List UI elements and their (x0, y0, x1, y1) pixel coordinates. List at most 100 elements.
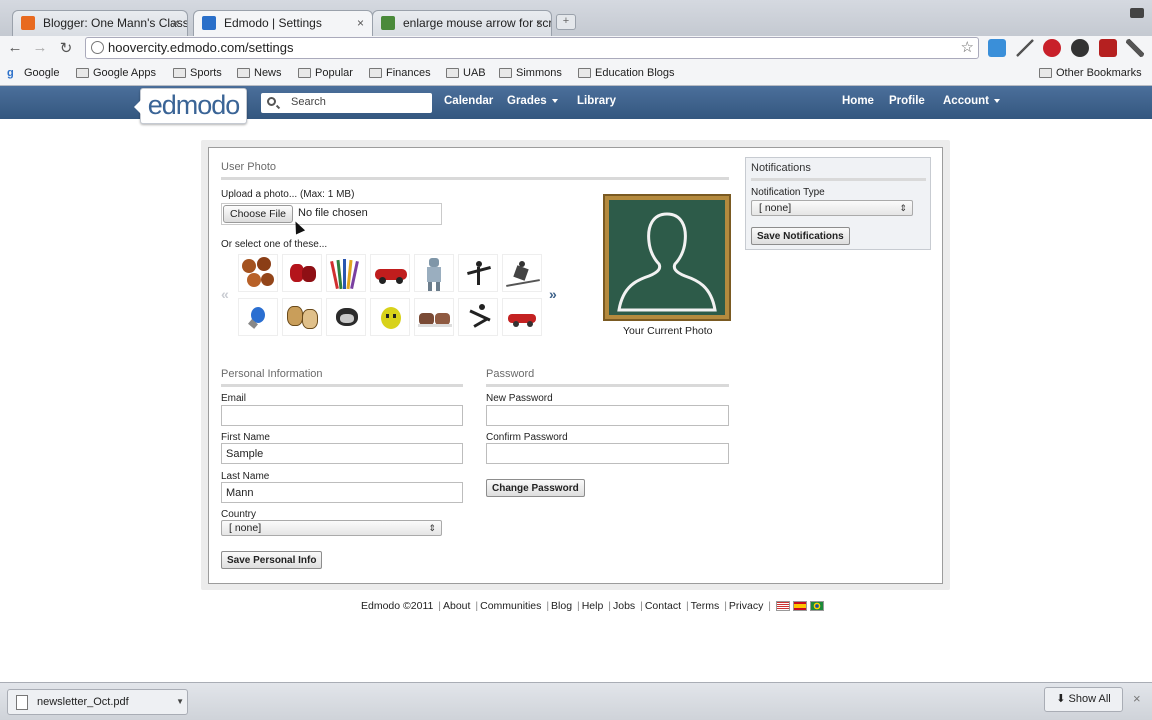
avatar-toy-car[interactable] (502, 298, 542, 336)
next-avatars-arrow[interactable]: » (549, 286, 557, 302)
address-bar[interactable]: hoovercity.edmodo.com/settings ☆ (85, 37, 979, 59)
pen-extension-icon[interactable] (1016, 39, 1034, 57)
change-password-button[interactable]: Change Password (486, 479, 585, 497)
previous-avatars-arrow[interactable]: « (221, 286, 229, 302)
bookmark-sports[interactable]: Sports (173, 67, 222, 79)
country-label: Country (221, 509, 257, 520)
last-name-field[interactable] (221, 482, 463, 503)
nav-account[interactable]: Account (943, 95, 1000, 107)
show-all-downloads-button[interactable]: ⬇ Show All (1044, 687, 1123, 712)
country-value: [ none] (229, 522, 262, 534)
folder-icon (1039, 68, 1052, 78)
reload-button[interactable]: ↻ (57, 39, 75, 57)
nav-grades[interactable]: Grades (507, 95, 558, 107)
bookmark-google[interactable]: g Google (7, 67, 59, 79)
nav-home[interactable]: Home (842, 95, 874, 107)
wrench-menu-icon[interactable] (1126, 39, 1144, 57)
select-avatar-label: Or select one of these... (221, 239, 328, 250)
avatar-skier[interactable] (502, 254, 542, 292)
folder-icon (369, 68, 382, 78)
new-password-field[interactable] (486, 405, 729, 426)
downloads-bar: newsletter_Oct.pdf ▼ (0, 682, 1152, 720)
us-flag-icon[interactable] (776, 601, 791, 612)
section-divider (221, 384, 463, 387)
browser-toolbar: ← → ↻ hoovercity.edmodo.com/settings ☆ (0, 36, 1152, 62)
bookmark-label: Finances (386, 67, 431, 79)
nav-library[interactable]: Library (577, 95, 616, 107)
footer-link-terms[interactable]: Terms (691, 600, 720, 612)
folder-icon (446, 68, 459, 78)
nav-calendar[interactable]: Calendar (444, 95, 493, 107)
adobe-extension-icon[interactable] (1099, 39, 1117, 57)
email-field[interactable] (221, 405, 463, 426)
footer-link-contact[interactable]: Contact (645, 600, 681, 612)
avatar-smiley-face[interactable] (370, 298, 410, 336)
section-divider (486, 384, 729, 387)
bookmark-education-blogs[interactable]: Education Blogs (578, 67, 675, 79)
new-tab-button[interactable]: + (556, 14, 576, 30)
avatar-theater-masks[interactable] (282, 298, 322, 336)
tab-title: enlarge mouse arrow for scr (403, 16, 552, 30)
save-notifications-button[interactable]: Save Notifications (751, 227, 850, 245)
first-name-field[interactable] (221, 443, 463, 464)
back-button[interactable]: ← (6, 39, 24, 56)
footer-link-communities[interactable]: Communities (480, 600, 541, 612)
forward-button[interactable]: → (31, 39, 49, 56)
footer-link-about[interactable]: About (443, 600, 470, 612)
avatar-dog[interactable] (326, 298, 366, 336)
save-personal-info-button[interactable]: Save Personal Info (221, 551, 323, 569)
password-title: Password (486, 368, 535, 380)
footer-link-help[interactable]: Help (582, 600, 604, 612)
tab-enlarge-mouse-arrow[interactable]: enlarge mouse arrow for scr × (372, 10, 552, 36)
bookmark-popular[interactable]: Popular (298, 67, 353, 79)
camera-extension-icon[interactable] (1071, 39, 1089, 57)
tab-blogger[interactable]: Blogger: One Mann's Classro × (12, 10, 188, 36)
avatar-sneakers[interactable] (414, 298, 454, 336)
bookmark-finances[interactable]: Finances (369, 67, 431, 79)
record-extension-icon[interactable] (1043, 39, 1061, 57)
avatar-lightbulb[interactable] (238, 298, 278, 336)
browser-tab-strip: Blogger: One Mann's Classro × Edmodo | S… (0, 0, 1152, 36)
close-tab-icon[interactable]: × (172, 11, 179, 35)
bookmark-google-apps[interactable]: Google Apps (76, 67, 156, 79)
bookmark-simmons[interactable]: Simmons (499, 67, 562, 79)
blogger-favicon-icon (21, 16, 35, 30)
avatar-colored-pencils[interactable] (326, 254, 366, 292)
folder-icon (578, 68, 591, 78)
footer-link-privacy[interactable]: Privacy (729, 600, 763, 612)
bookmark-star-icon[interactable]: ☆ (961, 38, 974, 58)
footer-link-jobs[interactable]: Jobs (613, 600, 635, 612)
brazil-flag-icon[interactable] (810, 601, 825, 612)
avatar-boxing-gloves[interactable] (282, 254, 322, 292)
avatar-runner[interactable] (458, 298, 498, 336)
tab-edmodo-settings[interactable]: Edmodo | Settings × (193, 10, 373, 36)
chevron-down-icon[interactable]: ▼ (176, 690, 184, 714)
site-search-input[interactable]: Search (261, 93, 432, 113)
bookmark-other[interactable]: Other Bookmarks (1039, 67, 1142, 79)
folder-icon (173, 68, 186, 78)
search-icon (267, 97, 276, 106)
bookmark-uab[interactable]: UAB (446, 67, 486, 79)
avatar-basketballs[interactable] (238, 254, 278, 292)
footer-link-blog[interactable]: Blog (551, 600, 572, 612)
bookmark-label: News (254, 67, 282, 79)
spain-flag-icon[interactable] (793, 601, 808, 612)
nav-profile[interactable]: Profile (889, 95, 925, 107)
country-select[interactable]: [ none] ⇕ (221, 520, 442, 536)
confirm-password-field[interactable] (486, 443, 729, 464)
edmodo-logo[interactable]: edmodo (134, 88, 247, 124)
close-downloads-icon[interactable]: × (1133, 691, 1141, 706)
avatar-race-car[interactable] (370, 254, 410, 292)
close-tab-icon[interactable]: × (357, 11, 364, 35)
avatar-ballerina[interactable] (458, 254, 498, 292)
download-item[interactable]: newsletter_Oct.pdf ▼ (7, 689, 188, 715)
bookmark-news[interactable]: News (237, 67, 282, 79)
close-tab-icon[interactable]: × (536, 11, 543, 35)
choose-file-button[interactable]: Choose File (223, 205, 293, 223)
delicious-extension-icon[interactable] (988, 39, 1006, 57)
notification-type-select[interactable]: [ none] ⇕ (751, 200, 913, 216)
window-button-icon[interactable] (1130, 8, 1144, 18)
chevron-down-icon (994, 98, 1000, 103)
avatar-robot[interactable] (414, 254, 454, 292)
nav-account-label: Account (943, 95, 989, 107)
